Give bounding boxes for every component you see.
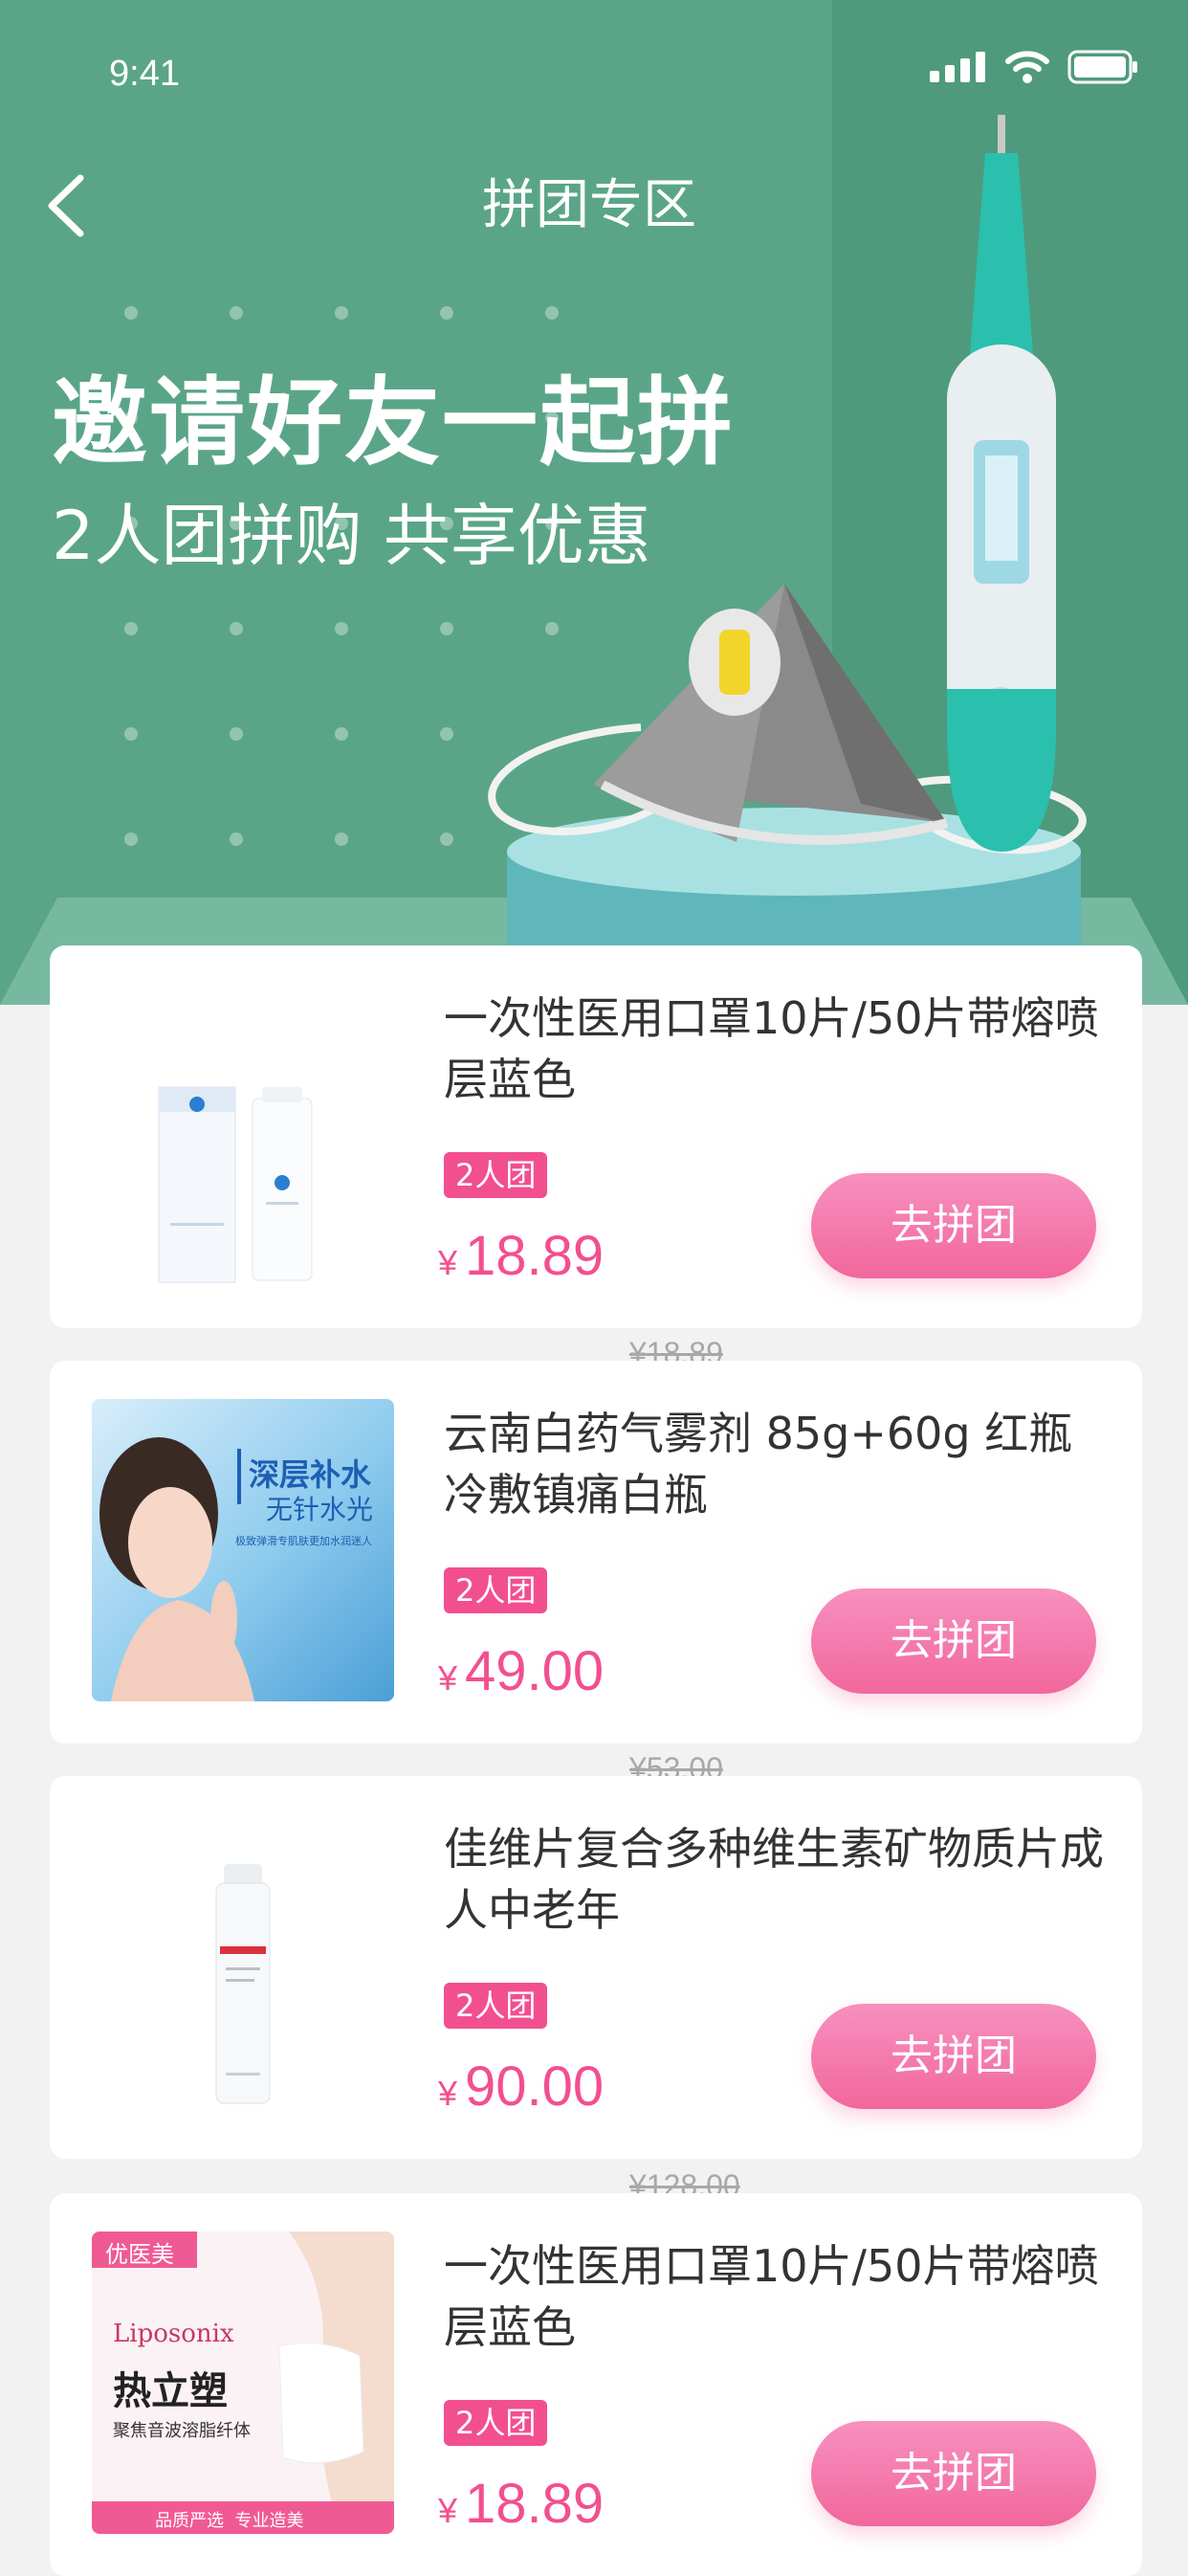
product-image[interactable] [92, 1814, 394, 2117]
image-en-title: Liposonix [113, 2320, 234, 2348]
product-name: 云南白药气雾剂 85g+60g 红瓶冷敷镇痛白瓶 [444, 1408, 1073, 1521]
product-name: 一次性医用口罩10片/50片带熔喷层蓝色 [444, 992, 1099, 1105]
wifi-icon [1005, 51, 1049, 83]
product-price: ¥18.89 [438, 2471, 604, 2544]
product-price: ¥90.00 [438, 2054, 604, 2127]
join-group-button[interactable]: 去拼团 [811, 2004, 1096, 2109]
currency-symbol: ¥ [438, 1658, 458, 1698]
join-group-button[interactable]: 去拼团 [811, 1173, 1096, 1278]
product-name: 一次性医用口罩10片/50片带熔喷层蓝色 [444, 2240, 1099, 2353]
currency-symbol: ¥ [438, 2491, 458, 2530]
group-badge: 2人团 [444, 2400, 548, 2446]
woman-portrait-image [99, 1437, 254, 1701]
image-brand: 优医美 [105, 2241, 174, 2268]
product-image[interactable]: 优医美 Liposonix 热立塑 聚焦音波溶脂纤体 品质严选 专业造美 [92, 2232, 394, 2534]
product-card[interactable]: 深层补水 无针水光 极致弹滑专肌肤更加水润迷人 云南白药气雾剂 85g+60g … [50, 1361, 1142, 1743]
image-text-line3: 极致弹滑专肌肤更加水润迷人 [235, 1535, 372, 1547]
price-value: 49.00 [465, 1640, 605, 1702]
image-subtitle: 聚焦音波溶脂纤体 [113, 2421, 251, 2441]
image-footer: 品质严选 专业造美 [155, 2511, 304, 2531]
price-value: 18.89 [465, 2473, 605, 2535]
join-group-button[interactable]: 去拼团 [811, 2421, 1096, 2526]
group-badge: 2人团 [444, 1567, 548, 1613]
price-value: 18.89 [465, 1225, 605, 1287]
group-badge: 2人团 [444, 1152, 548, 1198]
currency-symbol: ¥ [438, 2074, 458, 2113]
signal-icon [930, 52, 985, 82]
banner-subline: 2人团拼购 共享优惠 [52, 497, 651, 575]
status-bar: 9:41 [0, 0, 1188, 144]
product-card[interactable]: 佳维片复合多种维生素矿物质片成人中老年 2人团 ¥90.00 去拼团 [50, 1776, 1142, 2159]
battery-icon [1067, 50, 1137, 84]
back-arrow-icon[interactable] [42, 172, 96, 239]
page-title: 拼团专区 [482, 174, 696, 236]
currency-symbol: ¥ [438, 1243, 458, 1282]
image-text-line2: 无针水光 [266, 1494, 374, 1525]
price-value: 90.00 [465, 2055, 605, 2118]
group-badge: 2人团 [444, 1983, 548, 2029]
product-name: 佳维片复合多种维生素矿物质片成人中老年 [444, 1823, 1104, 1936]
hero-banner: 9:41 拼团专区 邀请好友一起拼 2人团拼购 共享优惠 [0, 0, 1188, 1005]
product-card[interactable]: 一次性医用口罩10片/50片带熔喷层蓝色 2人团 ¥18.89 去拼团 [50, 945, 1142, 1328]
status-time: 9:41 [109, 54, 180, 94]
banner-headline: 邀请好友一起拼 [52, 366, 735, 478]
product-price: ¥49.00 [438, 1638, 604, 1712]
banner-corner-left [0, 898, 57, 1005]
join-group-button[interactable]: 去拼团 [811, 1588, 1096, 1694]
product-image[interactable]: 深层补水 无针水光 极致弹滑专肌肤更加水润迷人 [92, 1399, 394, 1701]
product-price: ¥18.89 [438, 1223, 604, 1297]
product-card[interactable]: 优医美 Liposonix 热立塑 聚焦音波溶脂纤体 品质严选 专业造美 一次性… [50, 2193, 1142, 2576]
image-cn-title: 热立塑 [113, 2368, 228, 2413]
product-image[interactable] [92, 984, 394, 1286]
serum-bottle-image [215, 1864, 271, 2104]
skincare-box-image [158, 1086, 313, 1283]
nav-bar: 拼团专区 [0, 163, 1188, 249]
